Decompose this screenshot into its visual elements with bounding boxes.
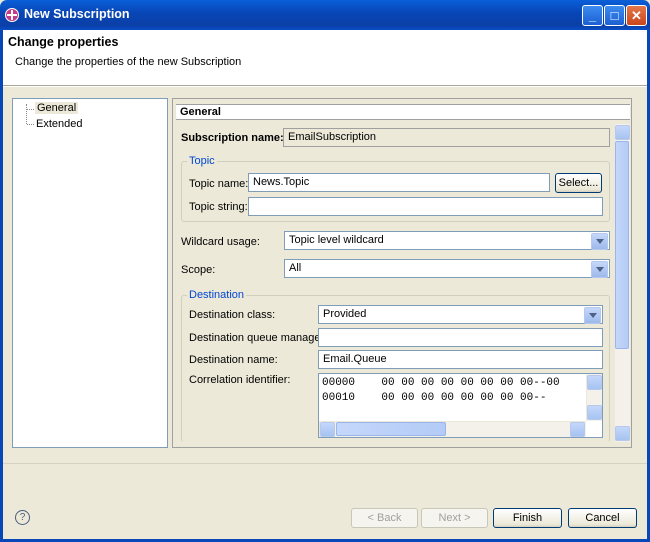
tree-connector — [26, 104, 27, 124]
chevron-down-icon — [591, 261, 608, 278]
maximize-button[interactable]: □ — [604, 5, 625, 26]
scroll-right-icon[interactable] — [570, 422, 585, 437]
tree-item-general[interactable]: General — [35, 102, 79, 114]
correlation-identifier-label: Correlation identifier: — [189, 374, 291, 386]
chevron-down-icon — [591, 233, 608, 250]
scroll-thumb[interactable] — [615, 141, 629, 349]
destination-class-value: Provided — [323, 308, 367, 320]
back-button[interactable]: < Back — [351, 508, 418, 528]
tree-item-extended[interactable]: Extended — [36, 118, 82, 130]
footer-divider — [3, 463, 647, 464]
window-title: New Subscription — [24, 7, 130, 21]
scroll-up-icon[interactable] — [587, 375, 602, 390]
minimize-button[interactable]: _ — [582, 5, 603, 26]
page-subtitle: Change the properties of the new Subscri… — [15, 56, 242, 68]
maximize-icon: □ — [610, 8, 619, 23]
topic-name-input[interactable]: News.Topic — [248, 173, 550, 192]
scroll-down-icon[interactable] — [587, 405, 602, 420]
wildcard-usage-value: Topic level wildcard — [289, 234, 384, 246]
destination-name-input[interactable]: Email.Queue — [318, 350, 603, 369]
scroll-up-icon[interactable] — [615, 125, 630, 140]
close-button[interactable]: ✕ — [626, 5, 647, 26]
tree-connector — [27, 124, 34, 125]
topic-string-label: Topic string: — [189, 201, 248, 213]
subscription-name-field: EmailSubscription — [283, 128, 610, 147]
destination-queue-manager-input[interactable] — [318, 328, 603, 347]
tree-connector — [27, 109, 34, 110]
scope-label: Scope: — [181, 264, 216, 276]
app-icon — [5, 8, 19, 22]
property-tree[interactable] — [12, 98, 168, 448]
finish-button[interactable]: Finish — [493, 508, 562, 528]
window-frame-left — [0, 30, 3, 542]
panel-header — [176, 104, 630, 120]
scope-value: All — [289, 262, 302, 274]
minimize-icon: _ — [588, 8, 597, 23]
destination-class-label: Destination class: — [189, 309, 276, 321]
topic-name-label: Topic name: — [189, 178, 249, 190]
close-icon: ✕ — [631, 8, 642, 23]
scroll-down-icon[interactable] — [615, 426, 630, 441]
cancel-button[interactable]: Cancel — [568, 508, 637, 528]
help-icon[interactable]: ? — [15, 510, 30, 525]
scroll-left-icon[interactable] — [320, 422, 335, 437]
header-divider — [3, 85, 647, 87]
destination-name-label: Destination name: — [189, 354, 278, 366]
next-button[interactable]: Next > — [421, 508, 488, 528]
correlation-line: 00010 00 00 00 00 00 00 00 00-- — [322, 392, 547, 404]
destination-class-select[interactable]: Provided — [318, 305, 603, 324]
destination-group-label: Destination — [187, 289, 247, 301]
chevron-down-icon — [584, 307, 601, 324]
panel-heading: General — [180, 106, 221, 118]
scroll-thumb[interactable] — [336, 422, 446, 436]
title-bar[interactable]: New Subscription _ □ ✕ — [0, 0, 650, 30]
wildcard-usage-select[interactable]: Topic level wildcard — [284, 231, 610, 250]
scope-select[interactable]: All — [284, 259, 610, 278]
subscription-name-label: Subscription name: — [181, 132, 284, 144]
topic-group-label: Topic — [187, 155, 217, 167]
destination-queue-manager-label: Destination queue manager: — [189, 332, 328, 344]
page-title: Change properties — [8, 35, 119, 49]
wildcard-usage-label: Wildcard usage: — [181, 236, 260, 248]
select-topic-button[interactable]: Select... — [555, 173, 602, 193]
topic-string-input[interactable] — [248, 197, 603, 216]
correlation-line: 00000 00 00 00 00 00 00 00 00--00 — [322, 377, 560, 389]
